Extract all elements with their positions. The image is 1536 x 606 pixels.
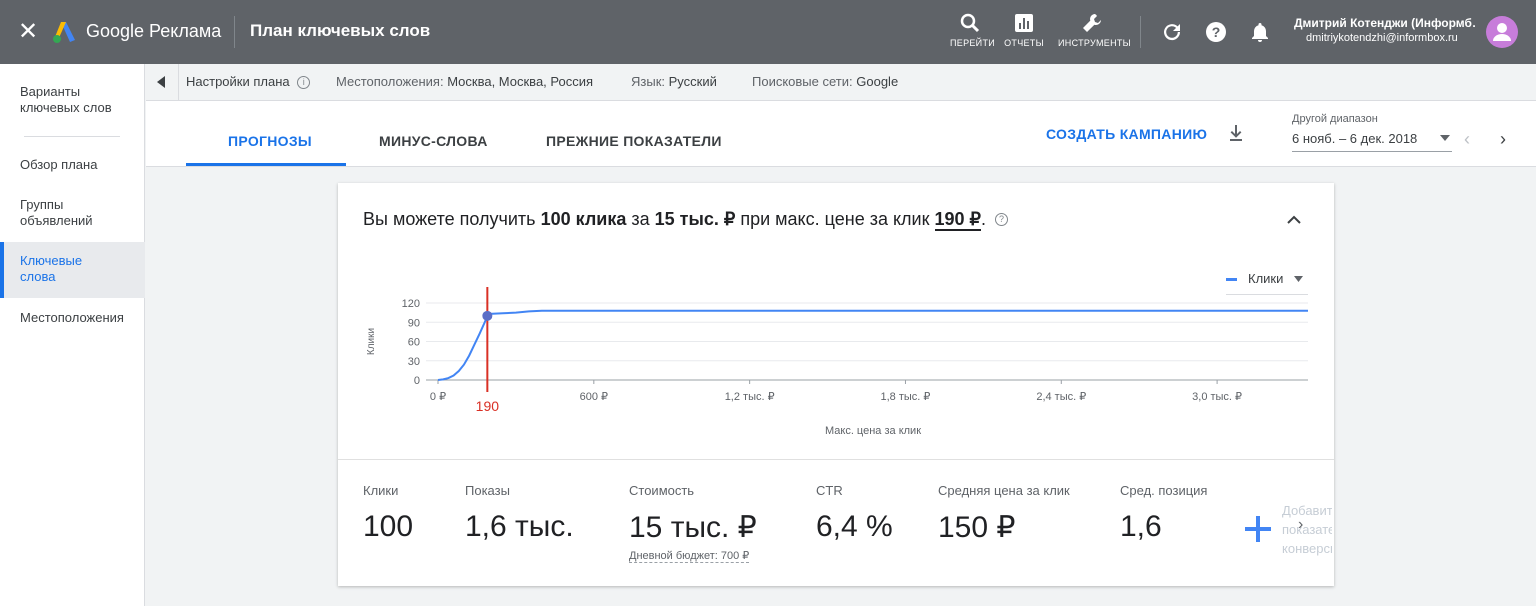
date-range-label: Другой диапазон bbox=[1292, 113, 1378, 125]
location-setting[interactable]: Местоположения: Москва, Москва, Россия bbox=[336, 74, 593, 89]
collapse-sidebar-button[interactable] bbox=[146, 64, 178, 101]
sidebar-item-locations[interactable]: Местоположения bbox=[0, 310, 145, 326]
metric-avg-cpc: Средняя цена за клик 150 ₽ bbox=[938, 483, 1070, 544]
sidebar-item-keyword-ideas[interactable]: Варианты ключевых слов bbox=[0, 84, 140, 116]
chart-grid bbox=[426, 302, 1308, 384]
forecast-headline: Вы можете получить 100 клика за 15 тыс. … bbox=[363, 209, 1009, 231]
user-email: dmitriykotendzhi@informbox.ru bbox=[1306, 32, 1458, 44]
sidebar: Варианты ключевых слов Обзор плана Групп… bbox=[0, 64, 145, 606]
brand-name: Google Реклама bbox=[86, 21, 222, 41]
network-setting[interactable]: Поисковые сети: Google bbox=[752, 74, 898, 89]
metric-ctr: CTR 6,4 % bbox=[816, 483, 893, 543]
y-axis-label: Клики bbox=[366, 328, 377, 355]
series-line-clicks bbox=[437, 309, 1308, 381]
bid-marker-label: 190 bbox=[476, 398, 500, 414]
metric-avg-position: Сред. позиция 1,6 bbox=[1120, 483, 1208, 543]
clicks-chart: 0 30 60 90 120 0 ₽ 600 ₽ 1,2 тыс. ₽ 1,8 тыс. ₽ 2… bbox=[366, 287, 1308, 437]
user-name: Дмитрий Котенджи (Информб… bbox=[1294, 16, 1476, 30]
create-campaign-button[interactable]: СОЗДАТЬ КАМПАНИЮ bbox=[1046, 126, 1207, 142]
x-tick-label: 600 ₽ bbox=[580, 391, 608, 403]
google-ads-logo bbox=[53, 22, 75, 43]
y-tick-label: 90 bbox=[408, 317, 420, 329]
chevron-right-icon[interactable]: › bbox=[1500, 129, 1506, 150]
info-icon: i bbox=[297, 76, 311, 89]
search-icon bbox=[960, 13, 980, 33]
y-tick-label: 30 bbox=[408, 356, 420, 368]
tab-historical-metrics[interactable]: ПРЕЖНИЕ ПОКАЗАТЕЛИ bbox=[546, 133, 722, 149]
x-tick-label: 2,4 тыс. ₽ bbox=[1036, 391, 1086, 403]
add-conversion-metric-text[interactable]: Добавить показатель конверсии bbox=[1282, 501, 1332, 559]
tab-negative-keywords[interactable]: МИНУС-СЛОВА bbox=[379, 133, 488, 149]
toolbar-tools-button[interactable]: ИНСТРУМЕНТЫ bbox=[1058, 12, 1131, 48]
daily-budget-link[interactable]: Дневной бюджет: 700 ₽ bbox=[629, 549, 750, 563]
user-icon bbox=[1493, 23, 1511, 41]
y-tick-label: 0 bbox=[414, 375, 420, 387]
download-icon[interactable] bbox=[1226, 123, 1246, 143]
forecast-card: Вы можете получить 100 клика за 15 тыс. … bbox=[338, 183, 1334, 586]
x-tick-label: 1,2 тыс. ₽ bbox=[725, 391, 775, 403]
chevron-right-icon[interactable]: › bbox=[1298, 516, 1303, 534]
toolbar-reports-button[interactable]: ОТЧЕТЫ bbox=[1004, 12, 1044, 48]
svg-text:?: ? bbox=[1212, 24, 1221, 40]
metric-cost: Стоимость 15 тыс. ₽ Дневной бюджет: 700 … bbox=[629, 483, 757, 563]
plan-settings-link[interactable]: Настройки плана i bbox=[186, 74, 311, 89]
tab-forecasts[interactable]: ПРОГНОЗЫ bbox=[228, 133, 312, 149]
toolbar-go-button[interactable]: ПЕРЕЙТИ bbox=[950, 12, 995, 48]
triangle-left-icon bbox=[157, 76, 165, 88]
sidebar-item-ad-groups[interactable]: Группы объявлений bbox=[0, 197, 130, 229]
add-metric-plus-icon[interactable] bbox=[1242, 513, 1274, 545]
bid-marker-point bbox=[482, 310, 493, 321]
chevron-up-icon[interactable] bbox=[1286, 215, 1302, 225]
active-tab-indicator bbox=[186, 163, 346, 166]
close-icon[interactable]: ✕ bbox=[16, 20, 40, 44]
x-axis-label: Макс. цена за клик bbox=[825, 425, 921, 437]
help-icon[interactable]: ? bbox=[1204, 20, 1228, 44]
x-tick-labels: 0 ₽ 600 ₽ 1,2 тыс. ₽ 1,8 тыс. ₽ 2,4 тыс. ₽ 3,… bbox=[430, 391, 1242, 403]
sidebar-item-plan-overview[interactable]: Обзор плана bbox=[0, 157, 145, 173]
dropdown-arrow-icon[interactable] bbox=[1440, 135, 1450, 141]
avatar[interactable] bbox=[1486, 16, 1518, 48]
y-tick-label: 60 bbox=[408, 337, 420, 349]
metric-clicks: Клики 100 bbox=[363, 483, 414, 543]
bell-icon[interactable] bbox=[1248, 20, 1272, 44]
top-bar: ✕ Google Реклама План ключевых слов ПЕРЕ… bbox=[0, 0, 1536, 64]
y-tick-label: 120 bbox=[402, 298, 420, 310]
metric-impressions: Показы 1,6 тыс. bbox=[465, 483, 574, 543]
chevron-left-icon[interactable]: ‹ bbox=[1464, 129, 1470, 150]
reports-icon bbox=[1015, 14, 1033, 32]
plan-settings-bar: Настройки плана i Местоположения: Москва… bbox=[146, 64, 1536, 101]
y-tick-labels: 0 30 60 90 120 bbox=[402, 298, 420, 387]
max-cpc-value[interactable]: 190 ₽ bbox=[934, 209, 981, 231]
language-setting[interactable]: Язык: Русский bbox=[631, 74, 717, 89]
page-title: План ключевых слов bbox=[250, 21, 431, 40]
x-tick-label: 3,0 тыс. ₽ bbox=[1192, 391, 1242, 403]
help-circle-icon[interactable]: ? bbox=[995, 213, 1009, 226]
date-range-select[interactable]: 6 нояб. – 6 дек. 2018 bbox=[1292, 131, 1417, 146]
tabs-bar: ПРОГНОЗЫ МИНУС-СЛОВА ПРЕЖНИЕ ПОКАЗАТЕЛИ … bbox=[146, 101, 1536, 167]
tools-icon bbox=[1083, 14, 1101, 32]
sidebar-item-keywords[interactable]: Ключевые слова bbox=[0, 242, 145, 298]
refresh-icon[interactable] bbox=[1160, 20, 1184, 44]
x-tick-label: 0 ₽ bbox=[430, 391, 446, 403]
x-tick-label: 1,8 тыс. ₽ bbox=[881, 391, 931, 403]
